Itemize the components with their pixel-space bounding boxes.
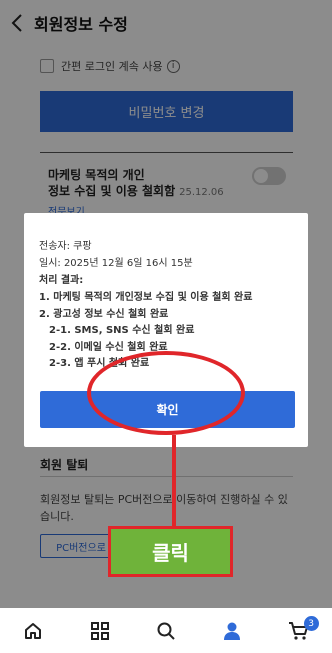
modal-result-item: 2-2. 이메일 수신 철회 완료 bbox=[49, 342, 168, 353]
nav-categories[interactable] bbox=[66, 608, 132, 653]
modal-sender: 전송자: 쿠팡 bbox=[39, 241, 92, 252]
click-annotation-label: 클릭 bbox=[108, 526, 233, 577]
nav-mypage[interactable] bbox=[199, 608, 265, 653]
person-icon bbox=[224, 622, 241, 640]
nav-cart[interactable]: 3 bbox=[266, 608, 332, 653]
nav-home[interactable] bbox=[0, 608, 66, 653]
grid-icon bbox=[90, 621, 109, 640]
modal-result-item: 2-1. SMS, SNS 수신 철회 완료 bbox=[49, 325, 195, 336]
modal-result-heading: 처리 결과: bbox=[39, 275, 84, 286]
cart-count-badge: 3 bbox=[303, 616, 319, 631]
highlight-ellipse bbox=[87, 351, 245, 435]
modal-result-item: 1. 마케팅 목적의 개인정보 수집 및 이용 철회 완료 bbox=[39, 292, 253, 303]
annotation-connector bbox=[172, 435, 176, 527]
nav-search[interactable] bbox=[133, 608, 199, 653]
bottom-nav: 3 bbox=[0, 608, 332, 653]
modal-result-item: 2. 광고성 정보 수신 철회 완료 bbox=[39, 309, 169, 320]
search-icon bbox=[157, 622, 175, 640]
home-icon bbox=[25, 622, 42, 639]
modal-datetime: 일시: 2025년 12월 6일 16시 15분 bbox=[39, 258, 193, 269]
